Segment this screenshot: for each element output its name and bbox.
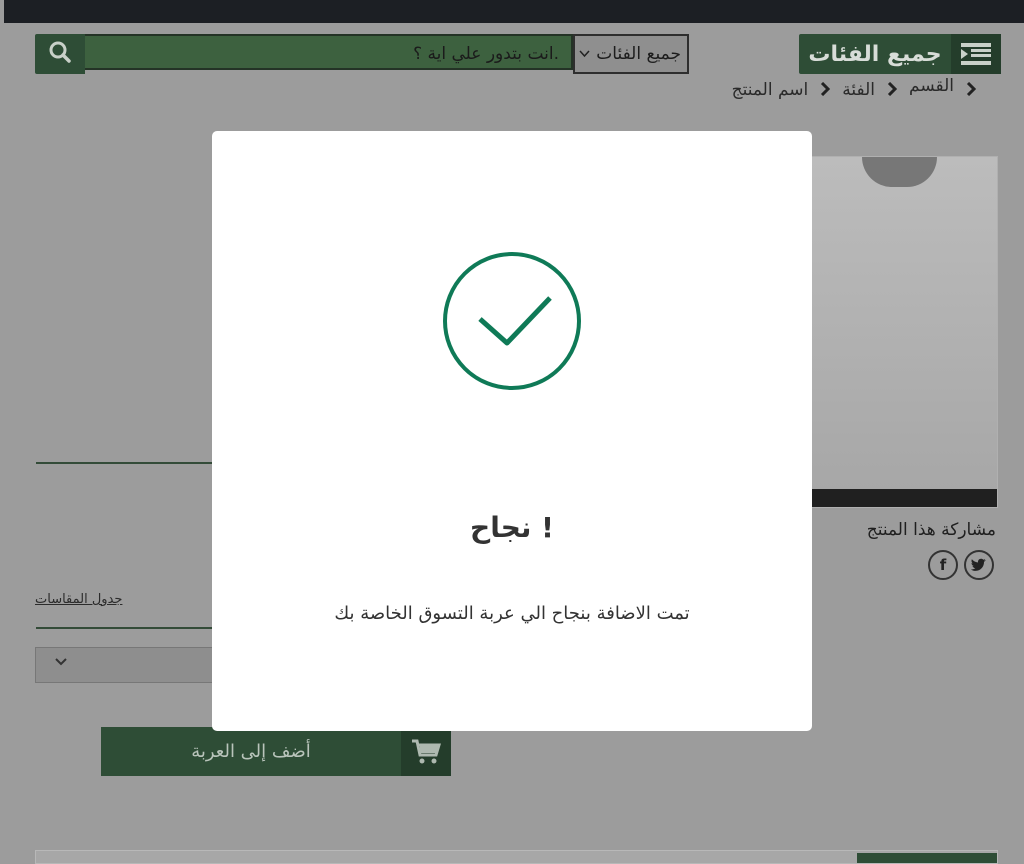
checkmark-circle-icon [442,251,582,395]
category-select[interactable]: جميع الفئات [573,34,689,74]
category-select-value: جميع الفئات [596,44,681,64]
all-categories-button[interactable]: جميع الفئات [799,34,1001,74]
list-menu-icon [951,34,1001,74]
breadcrumb-item-product: اسم المنتج [731,80,809,100]
facebook-icon[interactable]: f [928,550,958,580]
chevron-down-icon [54,655,68,671]
chevron-left-icon [887,81,898,100]
size-chart-link[interactable]: جدول المقاسات [35,592,122,607]
add-to-cart-label: أضف إلى العربة [101,727,401,776]
twitter-icon[interactable] [964,550,994,580]
divider [36,627,216,629]
search-bar: انت بتدور علي اية ؟. جميع الفئات [35,34,689,74]
chevron-left-icon [820,81,831,100]
breadcrumb: القسم الفئة اسم المنتج [731,76,977,100]
size-select[interactable] [35,647,215,683]
top-bar [4,0,1024,23]
chevron-left-icon [966,81,977,100]
search-button[interactable] [35,34,85,74]
success-modal: نجاح ! تمت الاضافة بنجاح الي عربة التسوق… [212,131,812,731]
search-icon [49,41,71,67]
breadcrumb-item-section[interactable]: القسم [909,76,954,96]
cart-icon [401,727,451,776]
chevron-down-icon [579,47,590,61]
modal-message: تمت الاضافة بنجاح الي عربة التسوق الخاصة… [334,603,690,624]
product-image[interactable] [811,156,998,508]
divider [36,462,216,464]
all-categories-label: جميع الفئات [808,41,942,67]
modal-title: نجاح ! [470,511,554,544]
share-label: مشاركة هذا المنتج [866,520,996,540]
sweater-neck [862,157,937,187]
sweater-hem [812,489,997,507]
social-links: f [928,550,994,580]
search-input[interactable]: انت بتدور علي اية ؟. [85,34,573,70]
add-to-cart-button[interactable]: أضف إلى العربة [101,727,451,776]
breadcrumb-item-category[interactable]: الفئة [842,80,875,100]
